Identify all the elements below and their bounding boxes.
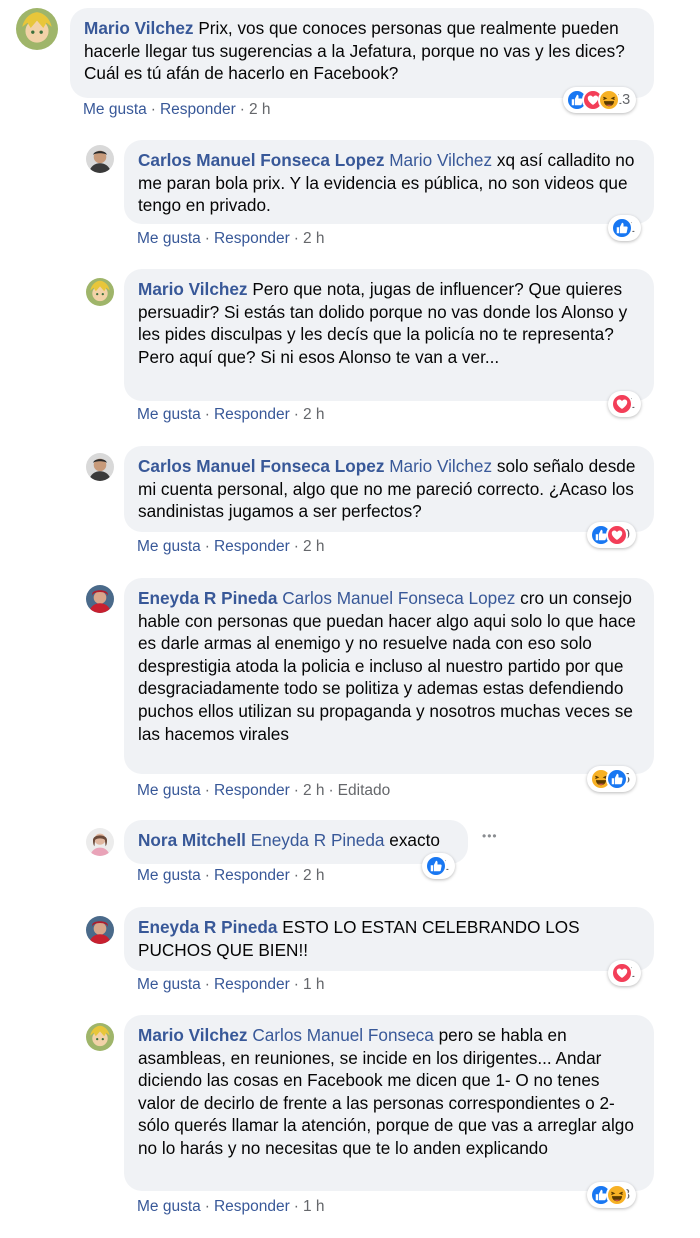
avatar[interactable] xyxy=(86,453,114,481)
comment-time[interactable]: 2 h xyxy=(303,538,325,555)
like-button[interactable]: Me gusta xyxy=(83,101,147,118)
reply-button[interactable]: Responder xyxy=(214,867,290,884)
separator: · xyxy=(293,867,299,884)
separator: · xyxy=(204,782,210,799)
haha-reaction-icon xyxy=(606,1184,628,1206)
separator: · xyxy=(204,538,210,555)
comment-mention[interactable]: Mario Vilchez xyxy=(389,150,492,170)
like-reaction-icon xyxy=(425,855,447,877)
like-button[interactable]: Me gusta xyxy=(137,230,201,247)
comment-author[interactable]: Mario Vilchez xyxy=(138,279,248,299)
comment-bubble: Mario Vilchez Pero que nota, jugas de in… xyxy=(124,269,654,401)
comment-mention[interactable]: Carlos Manuel Fonseca Lopez xyxy=(282,588,515,608)
reaction-summary[interactable]: 1 xyxy=(422,853,456,879)
comment-author[interactable]: Carlos Manuel Fonseca Lopez xyxy=(138,456,384,476)
separator: · xyxy=(293,538,299,555)
like-button[interactable]: Me gusta xyxy=(137,867,201,884)
comment-author[interactable]: Eneyda R Pineda xyxy=(138,588,277,608)
love-reaction-icon xyxy=(606,524,628,546)
comment-author[interactable]: Eneyda R Pineda xyxy=(138,917,277,937)
comment-time[interactable]: 2 h xyxy=(249,101,271,118)
comment-bubble: Mario Vilchez Carlos Manuel Fonseca pero… xyxy=(124,1015,654,1191)
comment-bubble: Mario Vilchez Prix, vos que conoces pers… xyxy=(70,8,654,98)
comment-time[interactable]: 2 h xyxy=(303,782,325,799)
separator: · xyxy=(293,406,299,423)
reply-button[interactable]: Responder xyxy=(214,538,290,555)
comment-text: cro un consejo hable con personas que pu… xyxy=(138,588,636,744)
love-reaction-icon xyxy=(611,962,633,984)
reply-button[interactable]: Responder xyxy=(214,782,290,799)
separator: · xyxy=(293,1198,299,1215)
reaction-summary[interactable]: 3 xyxy=(587,1182,637,1208)
reaction-summary[interactable]: 13 xyxy=(563,87,637,113)
separator: · xyxy=(204,406,210,423)
avatar[interactable] xyxy=(86,828,114,856)
like-reaction-icon xyxy=(611,217,633,239)
comment-text: exacto xyxy=(389,830,440,850)
comment-time[interactable]: 1 h xyxy=(303,1198,325,1215)
comment-bubble: Nora Mitchell Eneyda R Pineda exacto xyxy=(124,820,468,864)
like-button[interactable]: Me gusta xyxy=(137,782,201,799)
more-options-icon[interactable]: ••• xyxy=(482,829,498,843)
reaction-summary[interactable]: 1 xyxy=(608,960,642,986)
separator: · xyxy=(204,230,210,247)
comment-actions: Me gusta · Responder · 2 h xyxy=(137,867,325,885)
separator: · xyxy=(150,101,156,118)
comment-bubble: Eneyda R Pineda ESTO LO ESTAN CELEBRANDO… xyxy=(124,907,654,971)
separator: · xyxy=(239,101,245,118)
comment-author[interactable]: Nora Mitchell xyxy=(138,830,246,850)
haha-reaction-icon xyxy=(598,89,620,111)
comment-time[interactable]: 1 h xyxy=(303,976,325,993)
comment-actions: Me gusta · Responder · 2 h xyxy=(83,101,271,119)
comment-mention[interactable]: Carlos Manuel Fonseca xyxy=(252,1025,434,1045)
comment-actions: Me gusta · Responder · 2 h xyxy=(137,230,325,248)
avatar[interactable] xyxy=(86,916,114,944)
reaction-summary[interactable]: 9 xyxy=(587,522,637,548)
reply-button[interactable]: Responder xyxy=(160,101,236,118)
reaction-summary[interactable]: 1 xyxy=(608,391,642,417)
reaction-summary[interactable]: 5 xyxy=(587,766,637,792)
edited-label[interactable]: Editado xyxy=(338,782,391,799)
avatar[interactable] xyxy=(86,278,114,306)
avatar[interactable] xyxy=(86,585,114,613)
comment-bubble: Carlos Manuel Fonseca Lopez Mario Vilche… xyxy=(124,140,654,224)
separator: · xyxy=(204,867,210,884)
avatar[interactable] xyxy=(86,145,114,173)
comment-actions: Me gusta · Responder · 1 h xyxy=(137,976,325,994)
separator: · xyxy=(293,230,299,247)
separator: · xyxy=(204,1198,210,1215)
separator: · xyxy=(293,976,299,993)
avatar[interactable] xyxy=(86,1023,114,1051)
like-button[interactable]: Me gusta xyxy=(137,406,201,423)
comment-mention[interactable]: Mario Vilchez xyxy=(389,456,492,476)
separator: · xyxy=(328,782,334,799)
comment-actions: Me gusta · Responder · 2 h xyxy=(137,406,325,424)
separator: · xyxy=(293,782,299,799)
avatar[interactable] xyxy=(16,8,58,50)
reply-button[interactable]: Responder xyxy=(214,406,290,423)
reply-button[interactable]: Responder xyxy=(214,1198,290,1215)
comment-time[interactable]: 2 h xyxy=(303,230,325,247)
reply-button[interactable]: Responder xyxy=(214,230,290,247)
reaction-summary[interactable]: 1 xyxy=(608,215,642,241)
like-button[interactable]: Me gusta xyxy=(137,976,201,993)
like-button[interactable]: Me gusta xyxy=(137,1198,201,1215)
comment-bubble: Carlos Manuel Fonseca Lopez Mario Vilche… xyxy=(124,446,654,532)
comment-actions: Me gusta · Responder · 2 h · Editado xyxy=(137,782,390,800)
comment-actions: Me gusta · Responder · 2 h xyxy=(137,538,325,556)
like-reaction-icon xyxy=(606,768,628,790)
like-button[interactable]: Me gusta xyxy=(137,538,201,555)
reply-button[interactable]: Responder xyxy=(214,976,290,993)
comment-time[interactable]: 2 h xyxy=(303,406,325,423)
comment-author[interactable]: Mario Vilchez xyxy=(84,18,194,38)
love-reaction-icon xyxy=(611,393,633,415)
comment-bubble: Eneyda R Pineda Carlos Manuel Fonseca Lo… xyxy=(124,578,654,774)
comment-time[interactable]: 2 h xyxy=(303,867,325,884)
comment-actions: Me gusta · Responder · 1 h xyxy=(137,1198,325,1216)
comment-mention[interactable]: Eneyda R Pineda xyxy=(251,830,385,850)
separator: · xyxy=(204,976,210,993)
comment-author[interactable]: Mario Vilchez xyxy=(138,1025,248,1045)
comment-author[interactable]: Carlos Manuel Fonseca Lopez xyxy=(138,150,384,170)
